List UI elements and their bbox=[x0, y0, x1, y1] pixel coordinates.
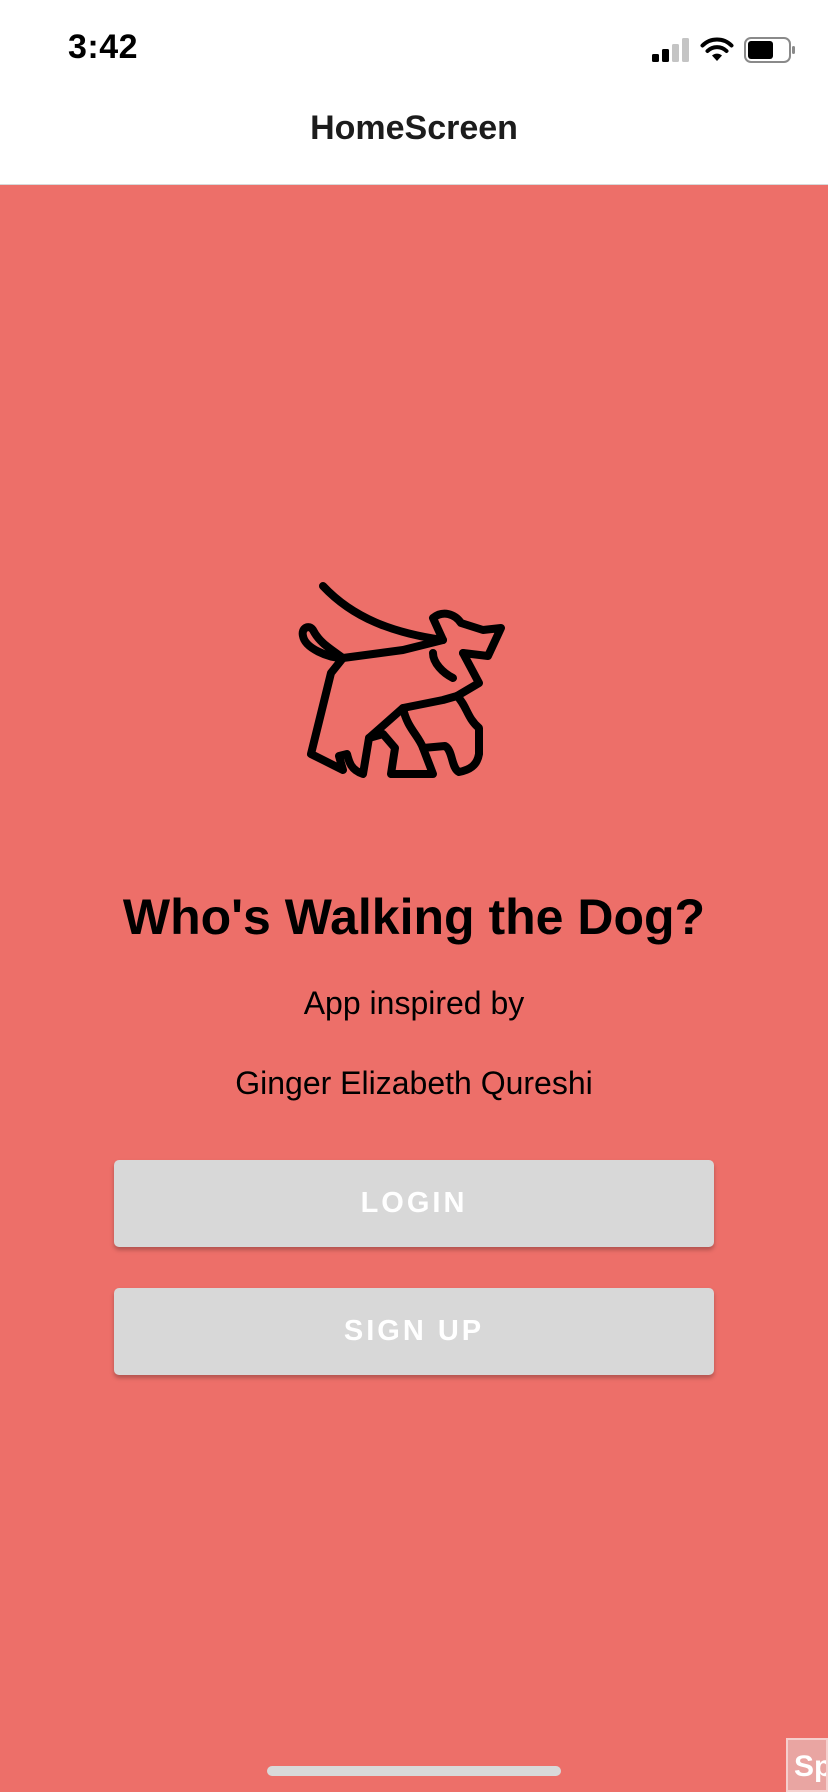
home-screen: 3:42 HomeScreen Who's Walking the Dog? A… bbox=[0, 0, 828, 1792]
status-bar: 3:42 bbox=[0, 0, 828, 100]
app-headline: Who's Walking the Dog? bbox=[122, 889, 706, 945]
navigation-bar: HomeScreen bbox=[0, 100, 828, 185]
status-time: 3:42 bbox=[68, 28, 139, 66]
dog-on-leash-icon bbox=[298, 582, 505, 778]
home-indicator[interactable] bbox=[267, 1766, 561, 1776]
login-button[interactable]: LOGIN bbox=[114, 1160, 714, 1247]
cellular-signal-icon bbox=[652, 38, 689, 62]
corner-badge: Sp bbox=[786, 1738, 828, 1792]
inspiration-name: Ginger Elizabeth Qureshi bbox=[235, 1065, 593, 1101]
status-icons bbox=[652, 36, 796, 64]
sign-up-button[interactable]: SIGN UP bbox=[114, 1288, 714, 1375]
inspired-by-label: App inspired by bbox=[303, 985, 525, 1021]
wifi-icon bbox=[700, 37, 734, 61]
battery-icon bbox=[744, 37, 795, 63]
page-title: HomeScreen bbox=[310, 108, 518, 147]
